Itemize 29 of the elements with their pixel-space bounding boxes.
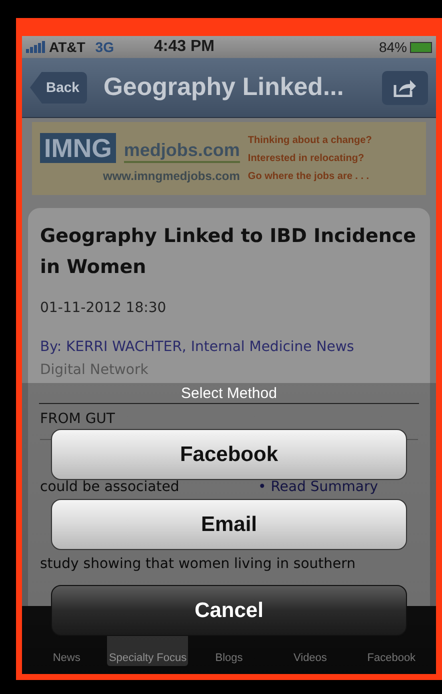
ad-banner[interactable]: IMNG medjobs.com www.imngmedjobs.com Thinking about a change? Interested in relocating? Go where the jobs are . . . — [32, 122, 426, 195]
battery-label: 84% — [378, 38, 407, 56]
article-date: 01-11-2012 18:30 — [40, 299, 168, 318]
ad-url: www.imngmedjobs.com — [103, 168, 240, 184]
action-button[interactable]: Email — [51, 499, 407, 550]
battery-icon — [410, 42, 432, 52]
signal-icon — [26, 41, 46, 53]
carrier-label: AT&T — [49, 38, 86, 56]
byline-continuation: Digital Network — [40, 361, 150, 380]
article-byline[interactable]: By: KERRI WACHTER, Internal Medicine News — [40, 336, 418, 359]
read-summary-link[interactable]: • Read Summary — [258, 479, 378, 495]
section-label: FROM GUT — [40, 410, 116, 429]
body-text: study showing that women living in southern — [40, 555, 356, 574]
share-button[interactable] — [382, 70, 428, 104]
clock-label: 4:43 PM — [154, 37, 214, 57]
ad-brand: medjobs.com — [124, 138, 240, 162]
navigation-title: Geography Linked... — [103, 72, 344, 103]
ad-tagline: Go where the jobs are . . . — [248, 170, 370, 184]
ad-tagline: Thinking about a change? — [248, 134, 372, 148]
cancel-button[interactable]: Cancel — [51, 585, 407, 636]
ad-tagline: Interested in relocating? — [248, 152, 366, 166]
action-button[interactable]: Facebook — [51, 429, 407, 480]
ad-logo: IMNG — [40, 132, 116, 162]
action-sheet-title: Select Method — [181, 385, 277, 403]
body-text: could be associated — [40, 479, 180, 495]
back-button[interactable]: Back — [30, 72, 88, 104]
share-icon — [393, 78, 417, 96]
article-title: Geography Linked to IBD Incidence in Women — [40, 224, 418, 280]
network-label: 3G — [95, 38, 114, 56]
